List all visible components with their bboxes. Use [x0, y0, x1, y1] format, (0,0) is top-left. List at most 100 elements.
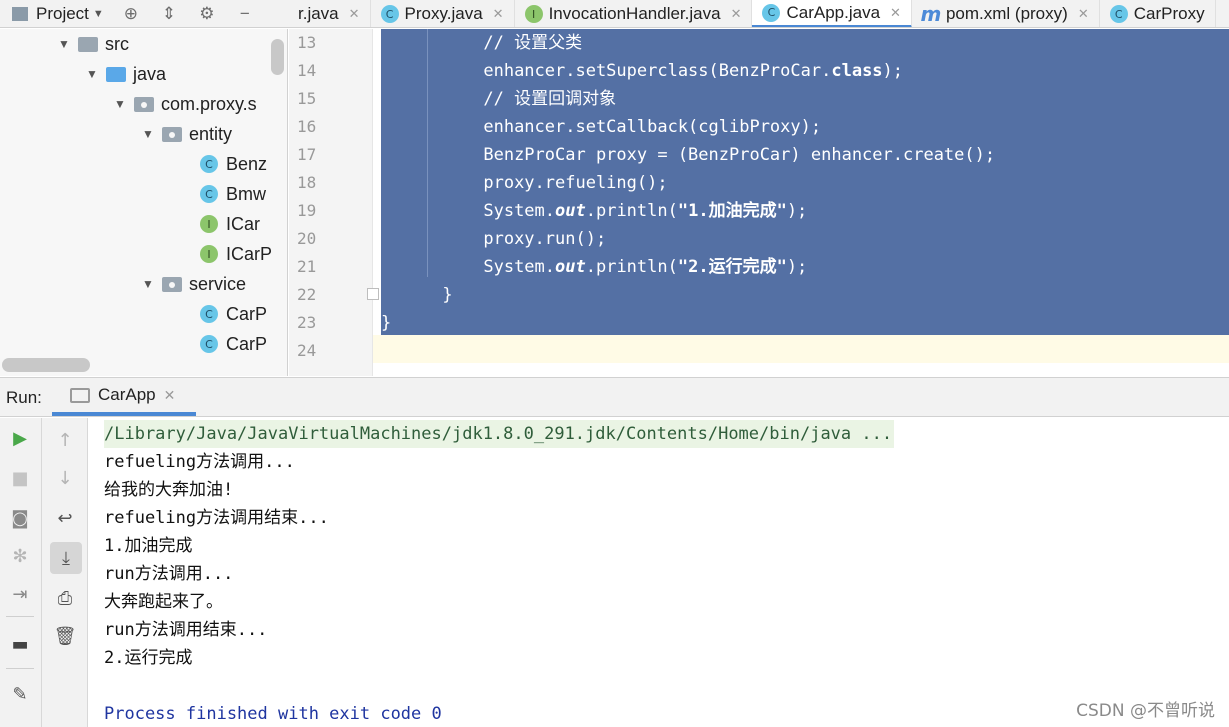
static-field: out [555, 201, 586, 221]
arrow-down-icon[interactable]: ↓ [51, 464, 79, 492]
code-editor[interactable]: 13 14 15 16 17 18 19 20 21 22 23 24 // 设… [289, 29, 1229, 376]
expand-arrow-icon[interactable]: ▼ [142, 277, 162, 291]
camera-icon[interactable]: ◙ [6, 504, 34, 532]
expand-arrow-icon[interactable]: ▼ [58, 37, 78, 51]
tree-node-java[interactable]: ▼ java [86, 59, 166, 89]
editor-tab-carproxy[interactable]: C CarProxy [1100, 0, 1216, 27]
package-icon [162, 126, 182, 142]
tree-node-src[interactable]: ▼ src [58, 29, 129, 59]
console-line: 1.加油完成 [104, 536, 193, 556]
tree-node-label: src [105, 33, 129, 54]
project-view-selector[interactable]: Project [36, 4, 89, 24]
run-tool-window-header: Run: CarApp ✕ [0, 377, 1229, 417]
collapse-all-icon[interactable]: ⇕ [156, 1, 182, 27]
tree-vertical-scrollbar[interactable] [271, 39, 284, 75]
editor-tab-bar: r.java ✕ C Proxy.java ✕ I InvocationHand… [288, 0, 1216, 27]
close-icon[interactable]: ✕ [731, 6, 742, 22]
run-primary-toolbar: ▶ ■ ◙ ✻ ⇥ ▬ ✎ [0, 418, 42, 727]
project-tree: ▼ src ▼ java ▼ com.proxy.s ▼ entity C Be… [0, 29, 288, 376]
tree-node-entity[interactable]: ▼ entity [142, 119, 232, 149]
class-icon: C [200, 335, 218, 353]
string-literal: "1.加油完成" [677, 201, 787, 221]
editor-tab-r-java[interactable]: r.java ✕ [288, 0, 371, 27]
code-line-21: System.out.println("2.运行完成"); [381, 253, 807, 281]
code-text: System. [483, 201, 556, 221]
code-text: } [381, 313, 392, 333]
interface-icon: I [200, 215, 218, 233]
editor-tab-proxy-java[interactable]: C Proxy.java ✕ [371, 0, 515, 27]
code-line-15: // 设置回调对象 [381, 85, 616, 113]
soft-wrap-icon[interactable]: ↩ [51, 504, 79, 532]
editor-tab-pom-xml[interactable]: m pom.xml (proxy) ✕ [912, 0, 1100, 27]
toolbar-divider [6, 668, 34, 669]
tree-node-icar[interactable]: I ICar [200, 209, 260, 239]
line-number: 24 [297, 341, 317, 360]
expand-arrow-icon[interactable]: ▼ [114, 97, 134, 111]
code-text: ); [786, 201, 808, 221]
package-icon [134, 96, 154, 112]
editor-tab-carapp-java[interactable]: C CarApp.java ✕ [752, 0, 912, 27]
tree-node-service[interactable]: ▼ service [142, 269, 246, 299]
arrow-up-icon[interactable]: ↑ [51, 426, 79, 454]
exit-icon[interactable]: ⇥ [6, 580, 34, 608]
print-icon[interactable]: ⎙ [51, 584, 79, 612]
console-output[interactable]: /Library/Java/JavaVirtualMachines/jdk1.8… [89, 418, 1229, 727]
hide-icon[interactable]: − [232, 1, 258, 27]
class-icon: C [762, 3, 781, 22]
run-tab-carapp[interactable]: CarApp ✕ [52, 378, 196, 416]
keyword: class [831, 61, 883, 81]
line-number: 13 [297, 33, 317, 52]
comment: // 设置回调对象 [483, 89, 617, 109]
line-number: 23 [297, 313, 317, 332]
close-icon[interactable]: ✕ [493, 6, 504, 22]
expand-arrow-icon[interactable]: ▼ [142, 127, 162, 141]
line-number: 14 [297, 61, 317, 80]
layout-icon[interactable]: ▬ [6, 630, 34, 658]
code-line-13: // 设置父类 [381, 29, 582, 57]
run-label: Run: [6, 388, 42, 407]
stop-icon[interactable]: ■ [6, 464, 34, 492]
string-literal: "2.运行完成" [677, 257, 787, 277]
class-icon: C [200, 155, 218, 173]
chevron-down-icon[interactable]: ▼ [93, 8, 104, 20]
code-line-18: proxy.refueling(); [381, 169, 667, 197]
class-icon: C [200, 185, 218, 203]
line-number: 21 [297, 257, 317, 276]
tree-node-carp-2[interactable]: C CarP [200, 329, 267, 359]
tab-label: InvocationHandler.java [548, 4, 721, 23]
tree-node-package[interactable]: ▼ com.proxy.s [114, 89, 257, 119]
tree-node-icarp[interactable]: I ICarP [200, 239, 272, 269]
close-icon[interactable]: ✕ [349, 6, 360, 22]
editor-tab-invocationhandler-java[interactable]: I InvocationHandler.java ✕ [515, 0, 753, 27]
fold-icon[interactable] [367, 288, 379, 300]
run-secondary-toolbar: ↑ ↓ ↩ ⤓ ⎙ 🗑 [42, 418, 88, 727]
tree-node-label: CarP [226, 303, 268, 324]
console-command-line[interactable]: /Library/Java/JavaVirtualMachines/jdk1.8… [104, 420, 895, 448]
tree-horizontal-scrollbar[interactable] [2, 358, 90, 372]
line-number-gutter: 13 14 15 16 17 18 19 20 21 22 23 24 [289, 29, 379, 376]
console-icon [70, 387, 90, 403]
tree-node-carp-1[interactable]: C CarP [200, 299, 267, 329]
project-folder-icon [12, 7, 28, 21]
console-line: 2.运行完成 [104, 648, 193, 668]
gear-icon[interactable]: ⚙ [194, 1, 220, 27]
tree-node-label: ICar [226, 213, 261, 234]
close-icon[interactable]: ✕ [1078, 6, 1089, 22]
debug-icon[interactable]: ✻ [6, 542, 34, 570]
pin-icon[interactable]: ✎ [6, 680, 34, 708]
package-icon [162, 276, 182, 292]
scroll-to-end-icon[interactable]: ⤓ [50, 542, 82, 574]
console-line: 大奔跑起来了。 [104, 592, 223, 612]
tree-node-label: java [133, 63, 167, 84]
rerun-icon[interactable]: ▶ [6, 424, 34, 452]
close-icon[interactable]: ✕ [164, 387, 176, 404]
expand-arrow-icon[interactable]: ▼ [86, 67, 106, 81]
close-icon[interactable]: ✕ [890, 5, 901, 21]
line-number: 15 [297, 89, 317, 108]
trash-icon[interactable]: 🗑 [51, 622, 79, 650]
tree-node-benz[interactable]: C Benz [200, 149, 267, 179]
locate-target-icon[interactable]: ⊕ [118, 1, 144, 27]
line-number: 18 [297, 173, 317, 192]
tree-node-bmw[interactable]: C Bmw [200, 179, 266, 209]
source-folder-icon [106, 66, 126, 82]
